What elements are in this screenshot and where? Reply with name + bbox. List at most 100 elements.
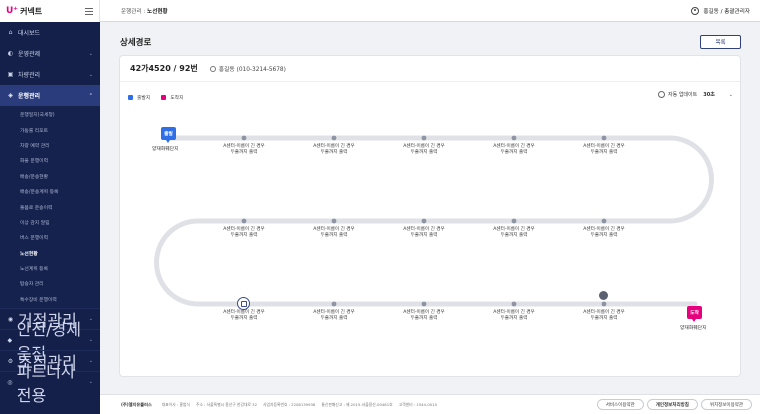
sidebar-item-label: 파트너사 전용 [16,362,76,406]
logo-row: U⁺ 커넥트 [0,0,100,22]
stop-name-line2: 두줄까지 출력 [410,233,438,238]
route-stop-label: A센터-이름이 긴 경우 두줄까지 출력 [212,227,276,239]
location-terms-button[interactable]: 위치정보이용약관 [700,399,752,410]
partner-icon: ◎ [7,378,13,386]
org-icon: ⚙ [7,357,14,365]
stop-name-line2: 두줄까지 출력 [320,150,348,155]
vehicle-marker-icon[interactable] [599,291,608,300]
logo[interactable]: U⁺ 커넥트 [6,6,42,17]
route-stop-label: A센터-이름이 긴 경우 두줄까지 출력 [212,310,276,322]
list-button[interactable]: 목록 [700,35,741,49]
shield-icon: ◆ [7,336,13,344]
footer-info: 주소 : 서울특별시 용산구 한강대로 32 [195,401,258,407]
stop-name-line2: 두줄까지 출력 [410,150,438,155]
route-stop-dot[interactable] [241,218,247,224]
sidebar-item-label: 운행관리 [18,93,41,100]
footer-info: 대표이사 : 홍범식 [161,401,190,407]
route-stop-dot[interactable] [601,135,607,141]
route-stop-dot[interactable] [241,135,247,141]
breadcrumb-parent: 운행관리 [121,8,142,15]
sidebar-item-operation-management[interactable]: ◈ 운행관리 ⌃ [0,85,100,106]
sidebar-item-vehicle-management[interactable]: ▣ 차량관리 ⌄ [0,64,100,85]
sidebar-item-operation-control[interactable]: ◐ 운영관제 ⌄ [0,43,100,64]
route-stop-label: A센터-이름이 긴 경우 두줄까지 출력 [482,227,546,239]
user-menu[interactable]: 홍길동 / 총괄관리자 [691,6,750,15]
route-stop-dot[interactable] [601,301,607,307]
footer-info: 통신판매신고 : 제 2015-서울용산-00481호 [321,401,393,407]
route-stop-label: A센터-이름이 긴 경우 두줄까지 출력 [392,310,456,322]
route-stop-dot[interactable] [421,218,427,224]
stop-name-line2: 두줄까지 출력 [410,316,438,321]
sidebar-item-label: 대시보드 [18,30,41,37]
footer: (주)엘지유플러스 대표이사 : 홍범식 주소 : 서울특별시 용산구 한강대로… [100,394,760,414]
start-pin[interactable]: 출발 [161,127,176,143]
route-stop-dot[interactable] [331,218,337,224]
menu-toggle-icon[interactable] [85,7,93,15]
logo-text: 커넥트 [20,6,43,16]
route-stop-label: A센터-이름이 긴 경우 두줄까지 출력 [302,227,366,239]
stop-name-line2: 두줄까지 출력 [500,150,528,155]
stop-name-line2: 두줄까지 출력 [590,150,618,155]
end-pin[interactable]: 도착 [687,306,702,322]
user-name: 홍길동 [703,8,719,15]
stop-name-line2: 두줄까지 출력 [500,316,528,321]
route-stop-dot[interactable] [511,301,517,307]
route-stop-dot[interactable] [511,218,517,224]
submenu-item[interactable]: 버스 운행이력 [0,230,100,245]
nav-bottom: ◉ 거점관리 ⌄ ◆ 안전/경제운전 ⌄ ⚙ 조직관리 ⌄ ◎ 파트너사 전용 … [0,308,100,405]
user-icon [691,6,700,15]
nav-top: ⌂ 대시보드 ◐ 운영관제 ⌄ ▣ 차량관리 ⌄ ◈ 운행관리 ⌃ [0,22,100,106]
home-icon: ⌂ [8,29,13,36]
submenu-item[interactable]: 노선현황 [0,246,100,261]
submenu-item[interactable]: 돌봄로 운송이력 [0,199,100,214]
sidebar-item-partner[interactable]: ◎ 파트너사 전용 ⌄ [0,362,100,405]
submenu-item[interactable]: 배송/운송현황 [0,169,100,184]
bus-glyph [240,300,247,307]
route-icon: ◈ [8,92,13,99]
logo-mark: U⁺ [6,6,19,16]
route-stop-label: A센터-이름이 긴 경우 두줄까지 출력 [482,144,546,156]
footer-links: 서비스이용약관 개인정보처리방침 위치정보이용약관 [596,399,752,410]
stop-name-line2: 두줄까지 출력 [500,233,528,238]
user-role: / 총괄관리자 [720,8,750,15]
route-stop-label: A센터-이름이 긴 경우 두줄까지 출력 [392,144,456,156]
submenu-item[interactable]: 탑승자 관리 [0,276,100,291]
submenu-item[interactable]: 운행일지(국세청) [0,107,100,122]
sidebar-item-label: 차량관리 [18,72,41,79]
route-stop-dot[interactable] [421,135,427,141]
sidebar-item-safe-driving[interactable]: ◆ 안전/경제운전 ⌄ [0,320,100,363]
route-stop-label: A센터-이름이 긴 경우 두줄까지 출력 [572,144,636,156]
footer-company: (주)엘지유플러스 [121,401,152,407]
route-stop-dot[interactable] [511,135,517,141]
top-header: 운행관리 : 노선현황 홍길동 / 총괄관리자 [100,0,760,22]
bus-position-icon[interactable] [237,297,250,310]
route-stop-dot[interactable] [601,218,607,224]
submenu-item[interactable]: 화물 운행이력 [0,153,100,168]
stop-name-line2: 두줄까지 출력 [320,316,348,321]
submenu-item[interactable]: 차량 예약 관리 [0,138,100,153]
route-stop-label: A센터-이름이 긴 경우 두줄까지 출력 [302,310,366,322]
submenu-item[interactable]: 노선계획 등록 [0,261,100,276]
chevron-down-icon: ⌄ [88,337,93,344]
route-stop-dot[interactable] [421,301,427,307]
privacy-policy-button[interactable]: 개인정보처리방침 [646,399,698,410]
route-stop-label: A센터-이름이 긴 경우 두줄까지 출력 [572,310,636,322]
submenu-item[interactable]: 이상 감지 알림 [0,215,100,230]
route-path [154,135,714,307]
submenu: 운행일지(국세청) 가동률 리포트 차량 예약 관리 화물 운행이력 배송/운송현황 배송… [0,106,100,309]
footer-info: 고객센터 : 1544-0010 [398,401,438,407]
stop-name-line2: 두줄까지 출력 [230,316,258,321]
route-stop-dot[interactable] [331,301,337,307]
sidebar-item-label: 운영관제 [18,51,41,58]
submenu-item[interactable]: 특수장비 운행이력 [0,292,100,307]
chevron-down-icon: ⌄ [88,71,93,78]
submenu-item[interactable]: 가동률 리포트 [0,122,100,137]
submenu-item[interactable]: 배송/운송계획 등록 [0,184,100,199]
sidebar: U⁺ 커넥트 ⌂ 대시보드 ◐ 운영관제 ⌄ ▣ 차량관리 ⌄ ◈ 운행관리 ⌃… [0,0,100,414]
terms-of-service-button[interactable]: 서비스이용약관 [596,399,644,410]
truck-icon: ▣ [7,71,14,78]
route-stop-label: A센터-이름이 긴 경우 두줄까지 출력 [302,144,366,156]
sidebar-item-dashboard[interactable]: ⌂ 대시보드 [0,22,100,43]
route-stop-label: A센터-이름이 긴 경우 두줄까지 출력 [482,310,546,322]
route-stop-dot[interactable] [331,135,337,141]
